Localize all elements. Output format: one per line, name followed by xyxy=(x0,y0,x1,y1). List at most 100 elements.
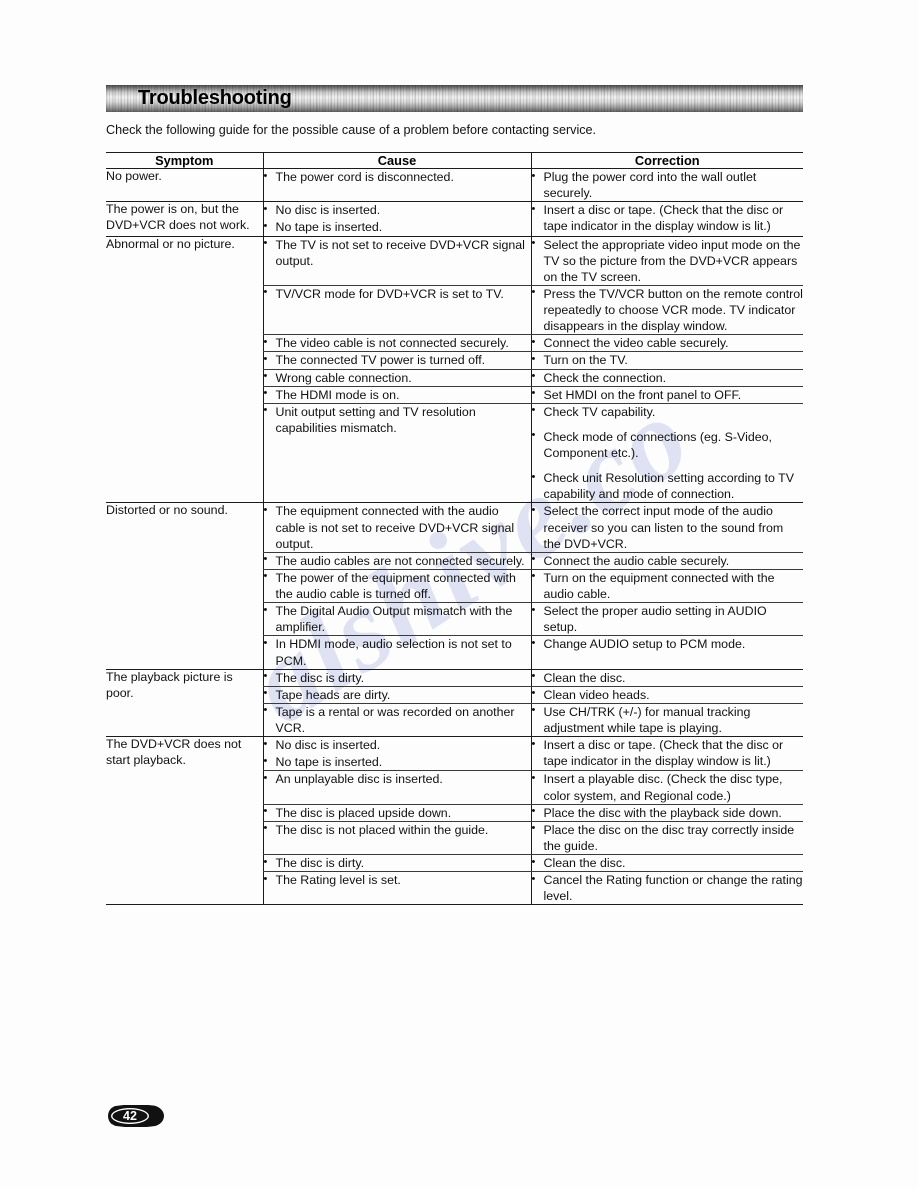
cause-cell: Tape is a rental or was recorded on anot… xyxy=(262,703,531,738)
correction-cell: Connect the video cable securely. xyxy=(530,335,803,353)
bullet-item: Check mode of connections (eg. S-Video, … xyxy=(532,428,804,461)
correction-cell: Place the disc with the playback side do… xyxy=(530,804,803,822)
cause-cell: Tape heads are dirty. xyxy=(262,686,531,704)
bullet-item: Insert a disc or tape. (Check that the d… xyxy=(532,202,804,234)
correction-cell: Turn on the equipment connected with the… xyxy=(530,569,804,604)
bullet-item: Select the appropriate video input mode … xyxy=(532,236,804,285)
cause-cell: An unplayable disc is inserted. xyxy=(262,771,531,805)
bullet-item: In HDMI mode, audio selection is not set… xyxy=(264,636,531,668)
bullet-item: Turn on the TV. xyxy=(532,352,804,368)
bullet-item: Unit output setting and TV resolution ca… xyxy=(264,403,531,436)
symptom-cell: The playback picture is poor. xyxy=(106,669,263,738)
bullet-item: Turn on the equipment connected with the… xyxy=(532,569,804,602)
bullet-item: Cancel the Rating function or change the… xyxy=(532,872,804,904)
bullet-item: Clean video heads. xyxy=(532,686,804,703)
bullet-item: An unplayable disc is inserted. xyxy=(264,771,531,787)
bullet-item: Press the TV/VCR button on the remote co… xyxy=(532,285,804,334)
correction-cell: Check the connection. xyxy=(530,369,803,387)
column-header-symptom: Symptom xyxy=(106,152,263,169)
page-number-badge: 42 xyxy=(108,1105,164,1127)
section-title-band: Troubleshooting xyxy=(106,85,803,112)
intro-text: Check the following guide for the possib… xyxy=(106,123,597,137)
correction-cell: Cancel the Rating function or change the… xyxy=(530,872,804,906)
cause-cell: The connected TV power is turned off. xyxy=(262,352,531,370)
cause-cell: Wrong cable connection. xyxy=(262,369,531,387)
bullet-item: The disc is placed upside down. xyxy=(264,804,531,821)
correction-cell: Clean the disc. xyxy=(530,854,803,873)
table-row: The power is on, but the DVD+VCR does no… xyxy=(106,201,804,237)
table-row: The DVD+VCR does not start playback.No d… xyxy=(106,737,803,906)
correction-cell: Place the disc on the disc tray correctl… xyxy=(530,821,804,856)
bullet-item: Insert a playable disc. (Check the disc … xyxy=(532,771,804,803)
bullet-item: No disc is inserted. xyxy=(264,737,531,753)
bullet-item: The connected TV power is turned off. xyxy=(264,352,531,368)
correction-cell: Press the TV/VCR button on the remote co… xyxy=(530,285,804,336)
bullet-item: Check unit Resolution setting according … xyxy=(532,470,804,502)
correction-cell: Insert a disc or tape. (Check that the d… xyxy=(530,737,803,772)
table-row: No power.The power cord is disconnected.… xyxy=(106,168,804,203)
table-row: The playback picture is poor.The disc is… xyxy=(106,669,804,738)
bullet-item: Place the disc on the disc tray correctl… xyxy=(532,821,804,854)
cause-cell: The Digital Audio Output mismatch with t… xyxy=(262,603,531,637)
cause-cell: The equipment connected with the audio c… xyxy=(262,503,531,553)
bullet-item: The disc is not placed within the guide. xyxy=(264,821,531,838)
correction-cell: Insert a disc or tape. (Check that the d… xyxy=(530,202,804,237)
bullet-item: Wrong cable connection. xyxy=(264,369,531,386)
correction-cell: Connect the audio cable securely. xyxy=(530,552,804,570)
correction-cell: Change AUDIO setup to PCM mode. xyxy=(530,636,804,670)
cause-cell: The disc is placed upside down. xyxy=(262,804,531,822)
cause-cell: The TV is not set to receive DVD+VCR sig… xyxy=(262,236,531,286)
correction-cell: Check TV capability. Check mode of connec… xyxy=(530,403,804,504)
cause-cell: Unit output setting and TV resolution ca… xyxy=(262,403,531,504)
page-title: Troubleshooting xyxy=(138,86,292,109)
correction-cell: Select the proper audio setting in AUDIO… xyxy=(530,603,803,637)
bullet-item: Change AUDIO setup to PCM mode. xyxy=(532,636,804,652)
bullet-item: The HDMI mode is on. xyxy=(264,386,531,403)
table-header-row: Symptom Cause Correction xyxy=(106,152,803,169)
cause-cell: The disc is not placed within the guide. xyxy=(262,821,531,856)
bullet-item: No tape is inserted. xyxy=(264,219,531,235)
column-header-cause: Cause xyxy=(262,152,531,169)
bullet-item: Clean the disc. xyxy=(532,669,804,686)
bullet-item: The audio cables are not connected secur… xyxy=(264,552,531,569)
scanned-page: alshive.co Troubleshooting Check the fol… xyxy=(0,0,918,1188)
table-body: No power.The power cord is disconnected.… xyxy=(106,168,804,906)
correction-cell: Plug the power cord into the wall outlet… xyxy=(530,168,804,203)
bullet-item: The power of the equipment connected wit… xyxy=(264,569,531,602)
cause-cell: TV/VCR mode for DVD+VCR is set to TV. xyxy=(262,285,531,336)
bullet-item: Connect the audio cable securely. xyxy=(532,552,804,569)
bullet-item: The Digital Audio Output mismatch with t… xyxy=(264,603,531,635)
symptom-cell: Abnormal or no picture. xyxy=(106,236,263,504)
table-row: Distorted or no sound.The equipment conn… xyxy=(106,503,804,670)
bullet-item: The disc is dirty. xyxy=(264,669,531,686)
table-row: Abnormal or no picture.The TV is not set… xyxy=(106,236,804,504)
cause-cell: The disc is dirty. xyxy=(262,669,531,687)
cause-cell: The Rating level is set. xyxy=(262,872,531,906)
bullet-item: The TV is not set to receive DVD+VCR sig… xyxy=(264,236,531,269)
bullet-item: The Rating level is set. xyxy=(264,872,531,888)
bullet-item: Select the correct input mode of the aud… xyxy=(532,503,804,551)
correction-cell: Insert a playable disc. (Check the disc … xyxy=(530,771,804,805)
column-header-correction: Correction xyxy=(530,152,803,169)
symptom-cell: The power is on, but the DVD+VCR does no… xyxy=(106,201,263,237)
correction-cell: Select the appropriate video input mode … xyxy=(530,236,804,286)
bullet-item: TV/VCR mode for DVD+VCR is set to TV. xyxy=(264,285,531,302)
bullet-item: Plug the power cord into the wall outlet… xyxy=(532,168,804,201)
cause-cell: The HDMI mode is on. xyxy=(262,386,531,404)
page-number: 42 xyxy=(123,1109,137,1123)
correction-cell: Turn on the TV. xyxy=(530,352,804,370)
bullet-item: Tape heads are dirty. xyxy=(264,686,531,703)
cause-cell: In HDMI mode, audio selection is not set… xyxy=(262,636,531,670)
bullet-item: The power cord is disconnected. xyxy=(264,168,531,185)
bullet-item: Tape is a rental or was recorded on anot… xyxy=(264,703,531,736)
bullet-item: No disc is inserted. xyxy=(264,202,531,218)
troubleshooting-table: Symptom Cause Correction No power.The po… xyxy=(106,152,804,906)
bullet-item: The disc is dirty. xyxy=(264,854,531,871)
correction-cell: Use CH/TRK (+/-) for manual tracking adj… xyxy=(530,703,804,738)
bullet-item: The equipment connected with the audio c… xyxy=(264,503,531,551)
cause-cell: The power cord is disconnected. xyxy=(262,168,531,203)
correction-cell: Clean the disc. xyxy=(530,669,804,687)
symptom-cell: Distorted or no sound. xyxy=(106,502,263,670)
bullet-item: No tape is inserted. xyxy=(264,754,531,770)
bullet-item: Use CH/TRK (+/-) for manual tracking adj… xyxy=(532,703,804,736)
